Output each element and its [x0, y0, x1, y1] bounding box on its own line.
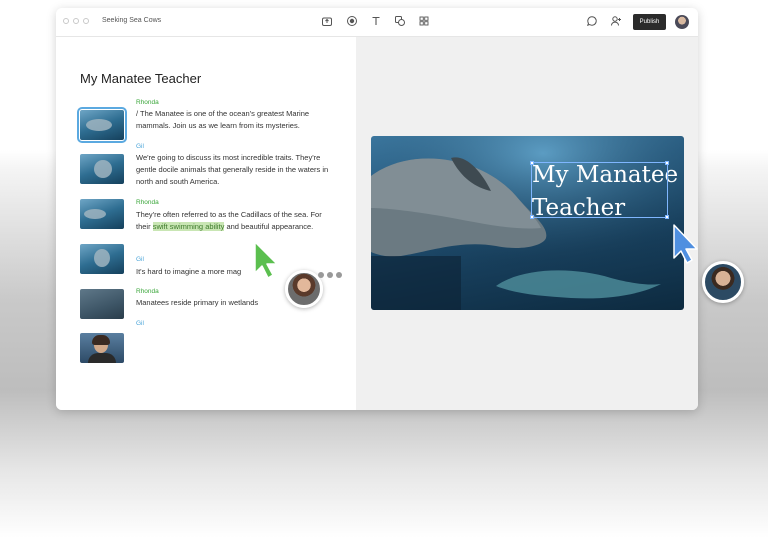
window-controls — [63, 18, 89, 24]
add-user-icon[interactable] — [609, 15, 623, 29]
collaborator-cursor-green — [254, 241, 278, 279]
publish-button[interactable]: Publish — [633, 14, 666, 30]
resize-handle[interactable] — [665, 161, 669, 165]
scene-thumbnail-6[interactable] — [80, 333, 124, 363]
shapes-icon[interactable] — [393, 15, 407, 29]
speaker-label-3: Rhonda — [136, 199, 159, 206]
typing-indicator — [318, 272, 342, 278]
script-paragraph-2[interactable]: We're going to discuss its most incredib… — [136, 152, 336, 188]
speaker-label-1: Rhonda — [136, 99, 159, 106]
speaker-label-6: Gil — [136, 320, 144, 327]
scene-thumbnail-1[interactable] — [77, 107, 127, 143]
text-selection-box[interactable] — [530, 161, 669, 219]
maximize-window-icon[interactable] — [83, 18, 89, 24]
text-icon[interactable] — [369, 15, 383, 29]
user-avatar[interactable] — [675, 15, 689, 29]
resize-handle[interactable] — [530, 215, 534, 219]
record-icon[interactable] — [345, 15, 359, 29]
project-title[interactable]: Seeking Sea Cows — [102, 17, 161, 24]
script-paragraph-1[interactable]: / The Manatee is one of the ocean's grea… — [136, 108, 336, 132]
top-toolbar: Seeking Sea Cows Publish — [56, 8, 698, 37]
speaker-label-5: Rhonda — [136, 288, 159, 295]
scene-thumbnail-5[interactable] — [80, 289, 124, 319]
resize-handle[interactable] — [665, 215, 669, 219]
speaker-label-2: Gil — [136, 143, 144, 150]
slide-preview[interactable]: My Manatee Teacher — [371, 136, 684, 310]
document-title[interactable]: My Manatee Teacher — [80, 71, 201, 86]
minimize-window-icon[interactable] — [73, 18, 79, 24]
highlighted-text[interactable]: swift swimming ability — [152, 222, 225, 231]
close-window-icon[interactable] — [63, 18, 69, 24]
scene-thumbnail-3[interactable] — [80, 199, 124, 229]
script-paragraph-3[interactable]: They're often referred to as the Cadilla… — [136, 209, 336, 233]
scene-thumbnail-4[interactable] — [80, 244, 124, 274]
grid-icon[interactable] — [417, 15, 431, 29]
collaborator-avatar-gil — [702, 261, 744, 303]
paragraph-text: and beautiful appearance. — [224, 222, 314, 231]
comment-icon[interactable] — [585, 15, 599, 29]
scene-thumbnail-2[interactable] — [80, 154, 124, 184]
speaker-label-4: Gil — [136, 256, 144, 263]
collaborator-cursor-blue — [673, 224, 698, 264]
upload-icon[interactable] — [320, 15, 334, 29]
resize-handle[interactable] — [530, 161, 534, 165]
